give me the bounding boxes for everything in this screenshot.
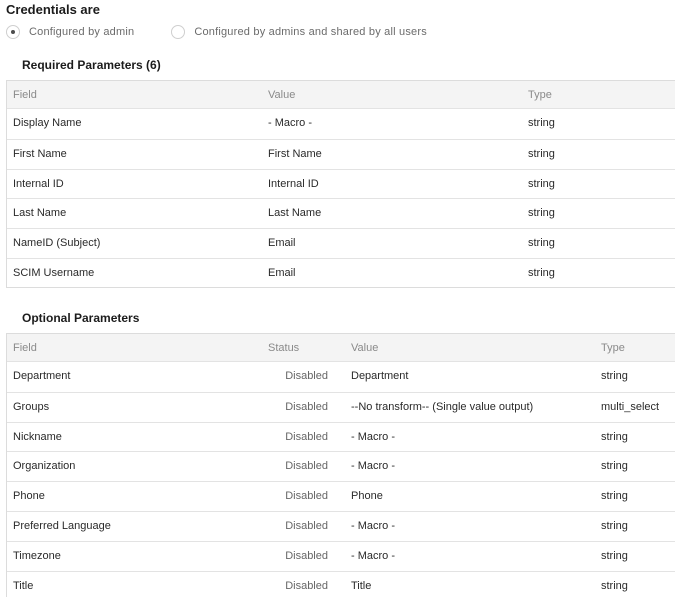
field-name-cell: Phone bbox=[13, 490, 45, 503]
app-parameters-panel: Credentials are Configured by admin Conf… bbox=[0, 0, 675, 597]
table-row[interactable]: Internal ID Internal ID string bbox=[7, 168, 675, 199]
optional-parameters-title: Optional Parameters bbox=[22, 311, 140, 325]
value-cell: Internal ID bbox=[268, 177, 319, 190]
status-cell: Disabled bbox=[285, 370, 328, 382]
value-cell: - Macro - bbox=[268, 117, 312, 129]
field-name-cell: Nickname bbox=[13, 430, 62, 443]
type-cell: multi_select bbox=[601, 400, 660, 413]
table-row[interactable]: NameID (Subject) Email string bbox=[7, 228, 675, 258]
field-name-cell: Internal ID bbox=[13, 177, 64, 190]
table-row[interactable]: Organization Disabled - Macro - string bbox=[7, 451, 675, 481]
field-name-cell: Display Name bbox=[13, 117, 82, 129]
field-name-cell: SCIM Username bbox=[13, 266, 95, 279]
type-cell: string bbox=[528, 237, 555, 250]
type-cell: string bbox=[601, 370, 628, 382]
type-cell: string bbox=[528, 117, 555, 129]
type-cell: string bbox=[601, 490, 628, 503]
radio-option-configured-by-admin[interactable]: Configured by admin bbox=[6, 25, 134, 39]
credentials-title: Credentials are bbox=[6, 2, 100, 17]
field-name-cell: Last Name bbox=[13, 207, 67, 220]
value-cell: Email bbox=[268, 266, 296, 279]
type-cell: string bbox=[601, 579, 628, 592]
field-name-cell: Organization bbox=[13, 460, 76, 473]
status-cell: Disabled bbox=[285, 579, 328, 592]
field-name-cell: Preferred Language bbox=[13, 519, 111, 532]
table-row[interactable]: Groups Disabled --No transform-- (Single v… bbox=[7, 391, 675, 422]
value-cell: - Macro - bbox=[351, 460, 395, 473]
type-cell: string bbox=[601, 460, 628, 473]
table-row[interactable]: Title Disabled Title string bbox=[7, 570, 675, 597]
status-cell: Disabled bbox=[285, 400, 328, 413]
table-body: Display Name - Macro - string First Name Fir… bbox=[7, 109, 675, 288]
radio-checked-icon[interactable] bbox=[6, 25, 20, 39]
column-header-type: Type bbox=[601, 342, 625, 354]
radio-option-shared-by-all-users[interactable]: Configured by admins and shared by all u… bbox=[171, 25, 427, 39]
table-row[interactable]: First Name First Name string bbox=[7, 138, 675, 169]
value-cell: --No transform-- (Single value output) bbox=[351, 400, 534, 413]
field-name-cell: Title bbox=[13, 579, 34, 592]
value-cell: Phone bbox=[351, 490, 383, 503]
type-cell: string bbox=[528, 177, 555, 190]
table-row[interactable]: Nickname Disabled - Macro - string bbox=[7, 421, 675, 452]
value-cell: Department bbox=[351, 370, 409, 382]
credentials-radio-group: Configured by admin Configured by admins… bbox=[6, 24, 427, 40]
table-row[interactable]: Department Disabled Department string bbox=[7, 362, 675, 392]
type-cell: string bbox=[528, 207, 555, 220]
column-header-value: Value bbox=[351, 342, 379, 354]
type-cell: string bbox=[601, 519, 628, 532]
radio-unchecked-icon[interactable] bbox=[171, 25, 186, 39]
type-cell: string bbox=[528, 147, 555, 160]
status-cell: Disabled bbox=[285, 490, 328, 503]
table-row[interactable]: Phone Disabled Phone string bbox=[7, 481, 675, 511]
table-body: Department Disabled Department string Groups… bbox=[7, 362, 675, 597]
status-cell: Disabled bbox=[285, 519, 328, 532]
column-header-field: Field bbox=[13, 89, 37, 101]
status-cell: Disabled bbox=[285, 460, 328, 473]
field-name-cell: NameID (Subject) bbox=[13, 237, 101, 250]
required-parameters-title: Required Parameters (6) bbox=[22, 58, 161, 72]
value-cell: - Macro - bbox=[351, 549, 395, 562]
field-name-cell: Department bbox=[13, 370, 71, 382]
table-row[interactable]: Display Name - Macro - string bbox=[7, 109, 675, 139]
radio-label-shared: Configured by admins and shared by all u… bbox=[194, 26, 427, 38]
table-row[interactable]: SCIM Username Email string bbox=[7, 257, 675, 288]
value-cell: - Macro - bbox=[351, 430, 395, 443]
value-cell: Title bbox=[351, 579, 372, 592]
table-header: Field Status Value Type bbox=[7, 334, 675, 362]
type-cell: string bbox=[601, 549, 628, 562]
table-row[interactable]: Preferred Language Disabled - Macro - strin… bbox=[7, 510, 675, 541]
value-cell: Email bbox=[268, 237, 296, 250]
optional-parameters-table: Field Status Value Type Department Disabl… bbox=[6, 333, 675, 597]
table-row[interactable]: Last Name Last Name string bbox=[7, 198, 675, 228]
radio-label-admin: Configured by admin bbox=[29, 26, 135, 38]
field-name-cell: Groups bbox=[13, 400, 50, 413]
type-cell: string bbox=[601, 430, 628, 443]
column-header-field: Field bbox=[13, 342, 37, 354]
status-cell: Disabled bbox=[285, 430, 328, 443]
value-cell: First Name bbox=[268, 147, 322, 160]
table-header: Field Value Type bbox=[7, 81, 675, 109]
field-name-cell: Timezone bbox=[13, 549, 61, 562]
value-cell: - Macro - bbox=[351, 519, 395, 532]
column-header-type: Type bbox=[528, 89, 552, 101]
column-header-value: Value bbox=[268, 89, 296, 101]
status-cell: Disabled bbox=[285, 549, 328, 562]
table-row[interactable]: Timezone Disabled - Macro - string bbox=[7, 540, 675, 571]
type-cell: string bbox=[528, 266, 555, 279]
required-parameters-table: Field Value Type Display Name - Macro - st… bbox=[6, 80, 675, 288]
column-header-status: Status bbox=[268, 342, 300, 354]
value-cell: Last Name bbox=[268, 207, 322, 220]
field-name-cell: First Name bbox=[13, 147, 67, 160]
